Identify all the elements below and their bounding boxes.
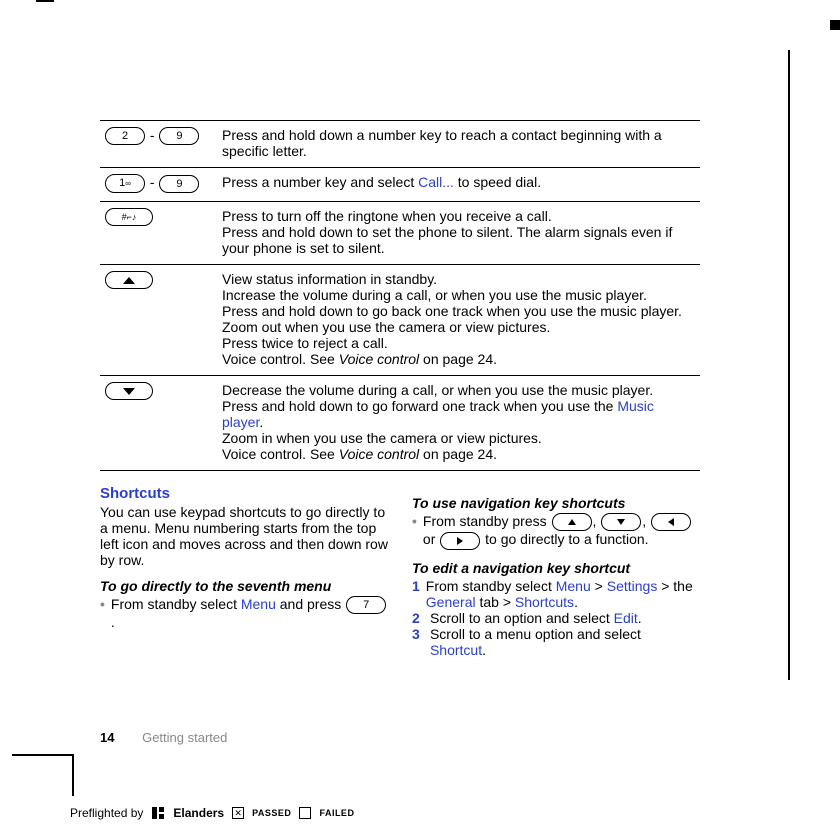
preflight-stamp: Preflighted by Elanders ✕PASSED FAILED xyxy=(70,806,354,820)
shortcuts-intro: You can use keypad shortcuts to go direc… xyxy=(100,504,388,568)
bullet-icon: • xyxy=(412,513,417,550)
failed-checkbox-icon xyxy=(299,807,311,819)
nav-down-icon xyxy=(601,513,641,531)
use-nav-step: • From standby press , , or to go direct… xyxy=(412,513,700,550)
crop-mark-top-left xyxy=(36,0,54,2)
description-cell: View status information in standby.Incre… xyxy=(218,265,700,376)
use-nav-heading: To use navigation key shortcuts xyxy=(412,495,700,511)
bullet-icon: • xyxy=(100,596,105,630)
key-icon xyxy=(105,382,153,400)
step-3: 3 Scroll to a menu option and select Sho… xyxy=(412,626,700,658)
key-icon: 9 xyxy=(159,127,199,145)
edit-nav-heading: To edit a navigation key shortcut xyxy=(412,560,700,576)
left-column: Shortcuts You can use keypad shortcuts t… xyxy=(100,485,388,658)
table-row: #⌐♪ Press to turn off the ringtone when y… xyxy=(100,202,700,265)
menu-link: Menu xyxy=(241,596,276,612)
key-icon: 2 xyxy=(105,127,145,145)
seventh-menu-step: • From standby select Menu and press 7 . xyxy=(100,596,388,630)
elanders-logo-icon xyxy=(151,806,165,820)
key-icon: 9 xyxy=(159,175,199,193)
table-row: 2 - 9Press and hold down a number key to… xyxy=(100,121,700,168)
key-cell xyxy=(100,265,218,376)
key-cell xyxy=(100,376,218,471)
table-row: Decrease the volume during a call, or wh… xyxy=(100,376,700,471)
step-1: 1 From standby select Menu > Settings > … xyxy=(412,578,700,610)
crop-mark-top-right xyxy=(830,20,840,30)
table-row: 1∞ - 9Press a number key and select Call… xyxy=(100,168,700,202)
crop-mark-bottom-v xyxy=(72,754,74,796)
description-cell: Decrease the volume during a call, or wh… xyxy=(218,376,700,471)
crop-mark-right xyxy=(788,50,790,680)
crop-mark-bottom-h xyxy=(12,754,72,756)
shortcuts-heading: Shortcuts xyxy=(100,485,388,502)
description-cell: Press to turn off the ringtone when you … xyxy=(218,202,700,265)
manual-page: 2 - 9Press and hold down a number key to… xyxy=(100,120,700,658)
page-footer: 14 Getting started xyxy=(100,730,227,745)
description-cell: Press a number key and select Call... to… xyxy=(218,168,700,202)
step-2: 2 Scroll to an option and select Edit. xyxy=(412,610,700,626)
key-icon: #⌐♪ xyxy=(105,208,153,226)
nav-left-icon xyxy=(651,513,691,531)
key-cell: #⌐♪ xyxy=(100,202,218,265)
key-cell: 1∞ - 9 xyxy=(100,168,218,202)
description-cell: Press and hold down a number key to reac… xyxy=(218,121,700,168)
seventh-menu-heading: To go directly to the seventh menu xyxy=(100,578,388,594)
key-icon: 1∞ xyxy=(105,174,145,193)
nav-up-icon xyxy=(552,513,592,531)
key-function-table: 2 - 9Press and hold down a number key to… xyxy=(100,120,700,471)
key-cell: 2 - 9 xyxy=(100,121,218,168)
right-column: To use navigation key shortcuts • From s… xyxy=(412,485,700,658)
nav-right-icon xyxy=(440,532,480,550)
page-number: 14 xyxy=(100,730,114,745)
passed-checkbox-icon: ✕ xyxy=(232,807,244,819)
section-name: Getting started xyxy=(142,730,227,745)
key-7: 7 xyxy=(346,596,386,614)
key-icon xyxy=(105,271,153,289)
table-row: View status information in standby.Incre… xyxy=(100,265,700,376)
